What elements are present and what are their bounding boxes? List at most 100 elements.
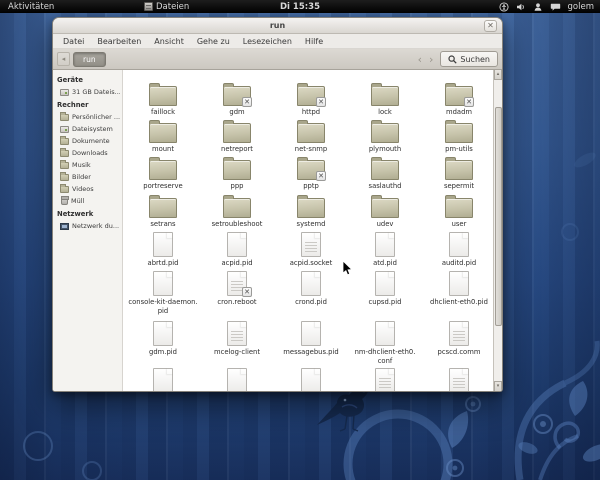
folder-item[interactable]: net-snmp	[274, 117, 348, 154]
folder-item[interactable]: faillock	[126, 79, 200, 117]
file-icon	[301, 271, 321, 296]
menu-hilfe[interactable]: Hilfe	[305, 37, 323, 46]
scrollbar-thumb[interactable]	[494, 107, 502, 326]
sidebar-item[interactable]: Dokumente	[53, 135, 122, 147]
folder-item[interactable]: user	[422, 191, 493, 230]
activities-button[interactable]: Aktivitäten	[8, 2, 54, 12]
app-menu[interactable]: Dateien	[144, 2, 189, 12]
menu-datei[interactable]: Datei	[63, 37, 84, 46]
volume-icon[interactable]	[516, 2, 526, 12]
file-icon	[375, 271, 395, 296]
item-icon-wrap	[200, 117, 274, 144]
file-icon	[375, 368, 395, 391]
folder-item[interactable]: pptp	[274, 154, 348, 191]
menubar: Datei Bearbeiten Ansicht Gehe zu Lesezeichen…	[53, 34, 502, 49]
sidebar-item[interactable]: Müll	[53, 195, 122, 207]
folder-item[interactable]: gdm	[200, 79, 274, 117]
file-item[interactable]: rpcbind.lock	[274, 366, 348, 391]
folder-item[interactable]: setroubleshoot	[200, 191, 274, 230]
user-status-icon[interactable]	[533, 2, 543, 12]
folder-item[interactable]: pm-utils	[422, 117, 493, 154]
file-item[interactable]: gdm.pid	[126, 319, 200, 366]
sidebar-item[interactable]: Persönlicher ...	[53, 111, 122, 123]
file-grid-row: gdm.pid mcelog-client messagebus.pid nm-dhc…	[126, 319, 493, 366]
file-item[interactable]: rpc.statd.pid	[200, 366, 274, 391]
sidebar-item[interactable]: Musik	[53, 159, 122, 171]
file-grid-row: pcscd.pidrpc.statd.pidrpcbind.lockrpcbin…	[126, 366, 493, 391]
item-icon-wrap	[274, 117, 348, 144]
folder-icon	[445, 195, 473, 218]
file-item[interactable]: rpcbind.sock	[348, 366, 422, 391]
file-item[interactable]: abrtd.pid	[126, 230, 200, 269]
item-label: pcscd.comm	[437, 348, 481, 356]
vertical-scrollbar[interactable]	[493, 70, 502, 391]
accessibility-icon[interactable]	[498, 1, 509, 12]
file-item[interactable]: sdp	[422, 366, 493, 391]
scroll-up-icon[interactable]	[494, 70, 502, 80]
back-icon[interactable]	[418, 54, 422, 65]
folder-icon	[60, 148, 69, 157]
menu-lesezeichen[interactable]: Lesezeichen	[243, 37, 292, 46]
sidebar-item[interactable]: 31 GB Dateis...	[53, 86, 122, 98]
folder-item[interactable]: mdadm	[422, 79, 493, 117]
file-item[interactable]: cupsd.pid	[348, 269, 422, 319]
sidebar-item[interactable]: Downloads	[53, 147, 122, 159]
folder-item[interactable]: ppp	[200, 154, 274, 191]
item-icon-wrap	[126, 319, 200, 346]
file-grid-row: console-kit-daemon. pid cron.reboot crond.…	[126, 269, 493, 319]
file-item[interactable]: dhclient-eth0.pid	[422, 269, 493, 319]
file-item[interactable]: mcelog-client	[200, 319, 274, 366]
file-icon	[153, 368, 173, 391]
folder-item[interactable]: udev	[348, 191, 422, 230]
titlebar[interactable]: run	[53, 18, 502, 34]
folder-item[interactable]: systemd	[274, 191, 348, 230]
file-item[interactable]: crond.pid	[274, 269, 348, 319]
search-button[interactable]: Suchen	[440, 51, 498, 67]
username-label[interactable]: golem	[568, 2, 594, 12]
folder-item[interactable]: plymouth	[348, 117, 422, 154]
file-item[interactable]: cron.reboot	[200, 269, 274, 319]
file-item[interactable]: acpid.socket	[274, 230, 348, 269]
item-label: udev	[376, 220, 394, 228]
item-icon-wrap	[422, 269, 493, 296]
sidebar-item[interactable]: Netzwerk du...	[53, 220, 122, 232]
sidebar-item[interactable]: Bilder	[53, 171, 122, 183]
sidebar-item-label: 31 GB Dateis...	[72, 88, 120, 96]
chat-icon[interactable]	[550, 2, 561, 12]
item-label: net-snmp	[294, 145, 328, 154]
sidebar-item[interactable]: Videos	[53, 183, 122, 195]
file-item[interactable]: nm-dhclient-eth0. conf	[348, 319, 422, 366]
clock[interactable]: Di 15:35	[280, 2, 320, 12]
item-label: cupsd.pid	[368, 298, 402, 306]
item-icon-wrap	[126, 269, 200, 296]
scroll-down-icon[interactable]	[494, 381, 502, 391]
file-grid-row: mount netreport net-snmp plymouth pm-utils	[126, 117, 493, 154]
file-item[interactable]: messagebus.pid	[274, 319, 348, 366]
sidebar-item[interactable]: Dateisystem	[53, 123, 122, 135]
sidebar-item-label: Persönlicher ...	[72, 113, 120, 121]
forward-icon[interactable]	[429, 54, 433, 65]
file-item[interactable]: pcscd.comm	[422, 319, 493, 366]
close-icon[interactable]	[484, 20, 497, 32]
menu-bearbeiten[interactable]: Bearbeiten	[97, 37, 141, 46]
file-item[interactable]: acpid.pid	[200, 230, 274, 269]
folder-item[interactable]: httpd	[274, 79, 348, 117]
folder-item[interactable]: lock	[348, 79, 422, 117]
sidebar-item-label: Dateisystem	[72, 125, 113, 133]
folder-item[interactable]: mount	[126, 117, 200, 154]
folder-item[interactable]: sepermit	[422, 154, 493, 191]
pathbar-current-button[interactable]: run	[73, 51, 106, 67]
folder-icon	[297, 195, 325, 218]
folder-item[interactable]: setrans	[126, 191, 200, 230]
folder-item[interactable]: netreport	[200, 117, 274, 154]
menu-ansicht[interactable]: Ansicht	[154, 37, 184, 46]
menu-gehe-zu[interactable]: Gehe zu	[197, 37, 230, 46]
pathbar-scroll-left-button[interactable]	[57, 52, 70, 66]
folder-item[interactable]: saslauthd	[348, 154, 422, 191]
file-icon	[153, 271, 173, 296]
file-item[interactable]: console-kit-daemon. pid	[126, 269, 200, 319]
folder-item[interactable]: portreserve	[126, 154, 200, 191]
file-item[interactable]: pcscd.pid	[126, 366, 200, 391]
file-item[interactable]: atd.pid	[348, 230, 422, 269]
file-item[interactable]: auditd.pid	[422, 230, 493, 269]
